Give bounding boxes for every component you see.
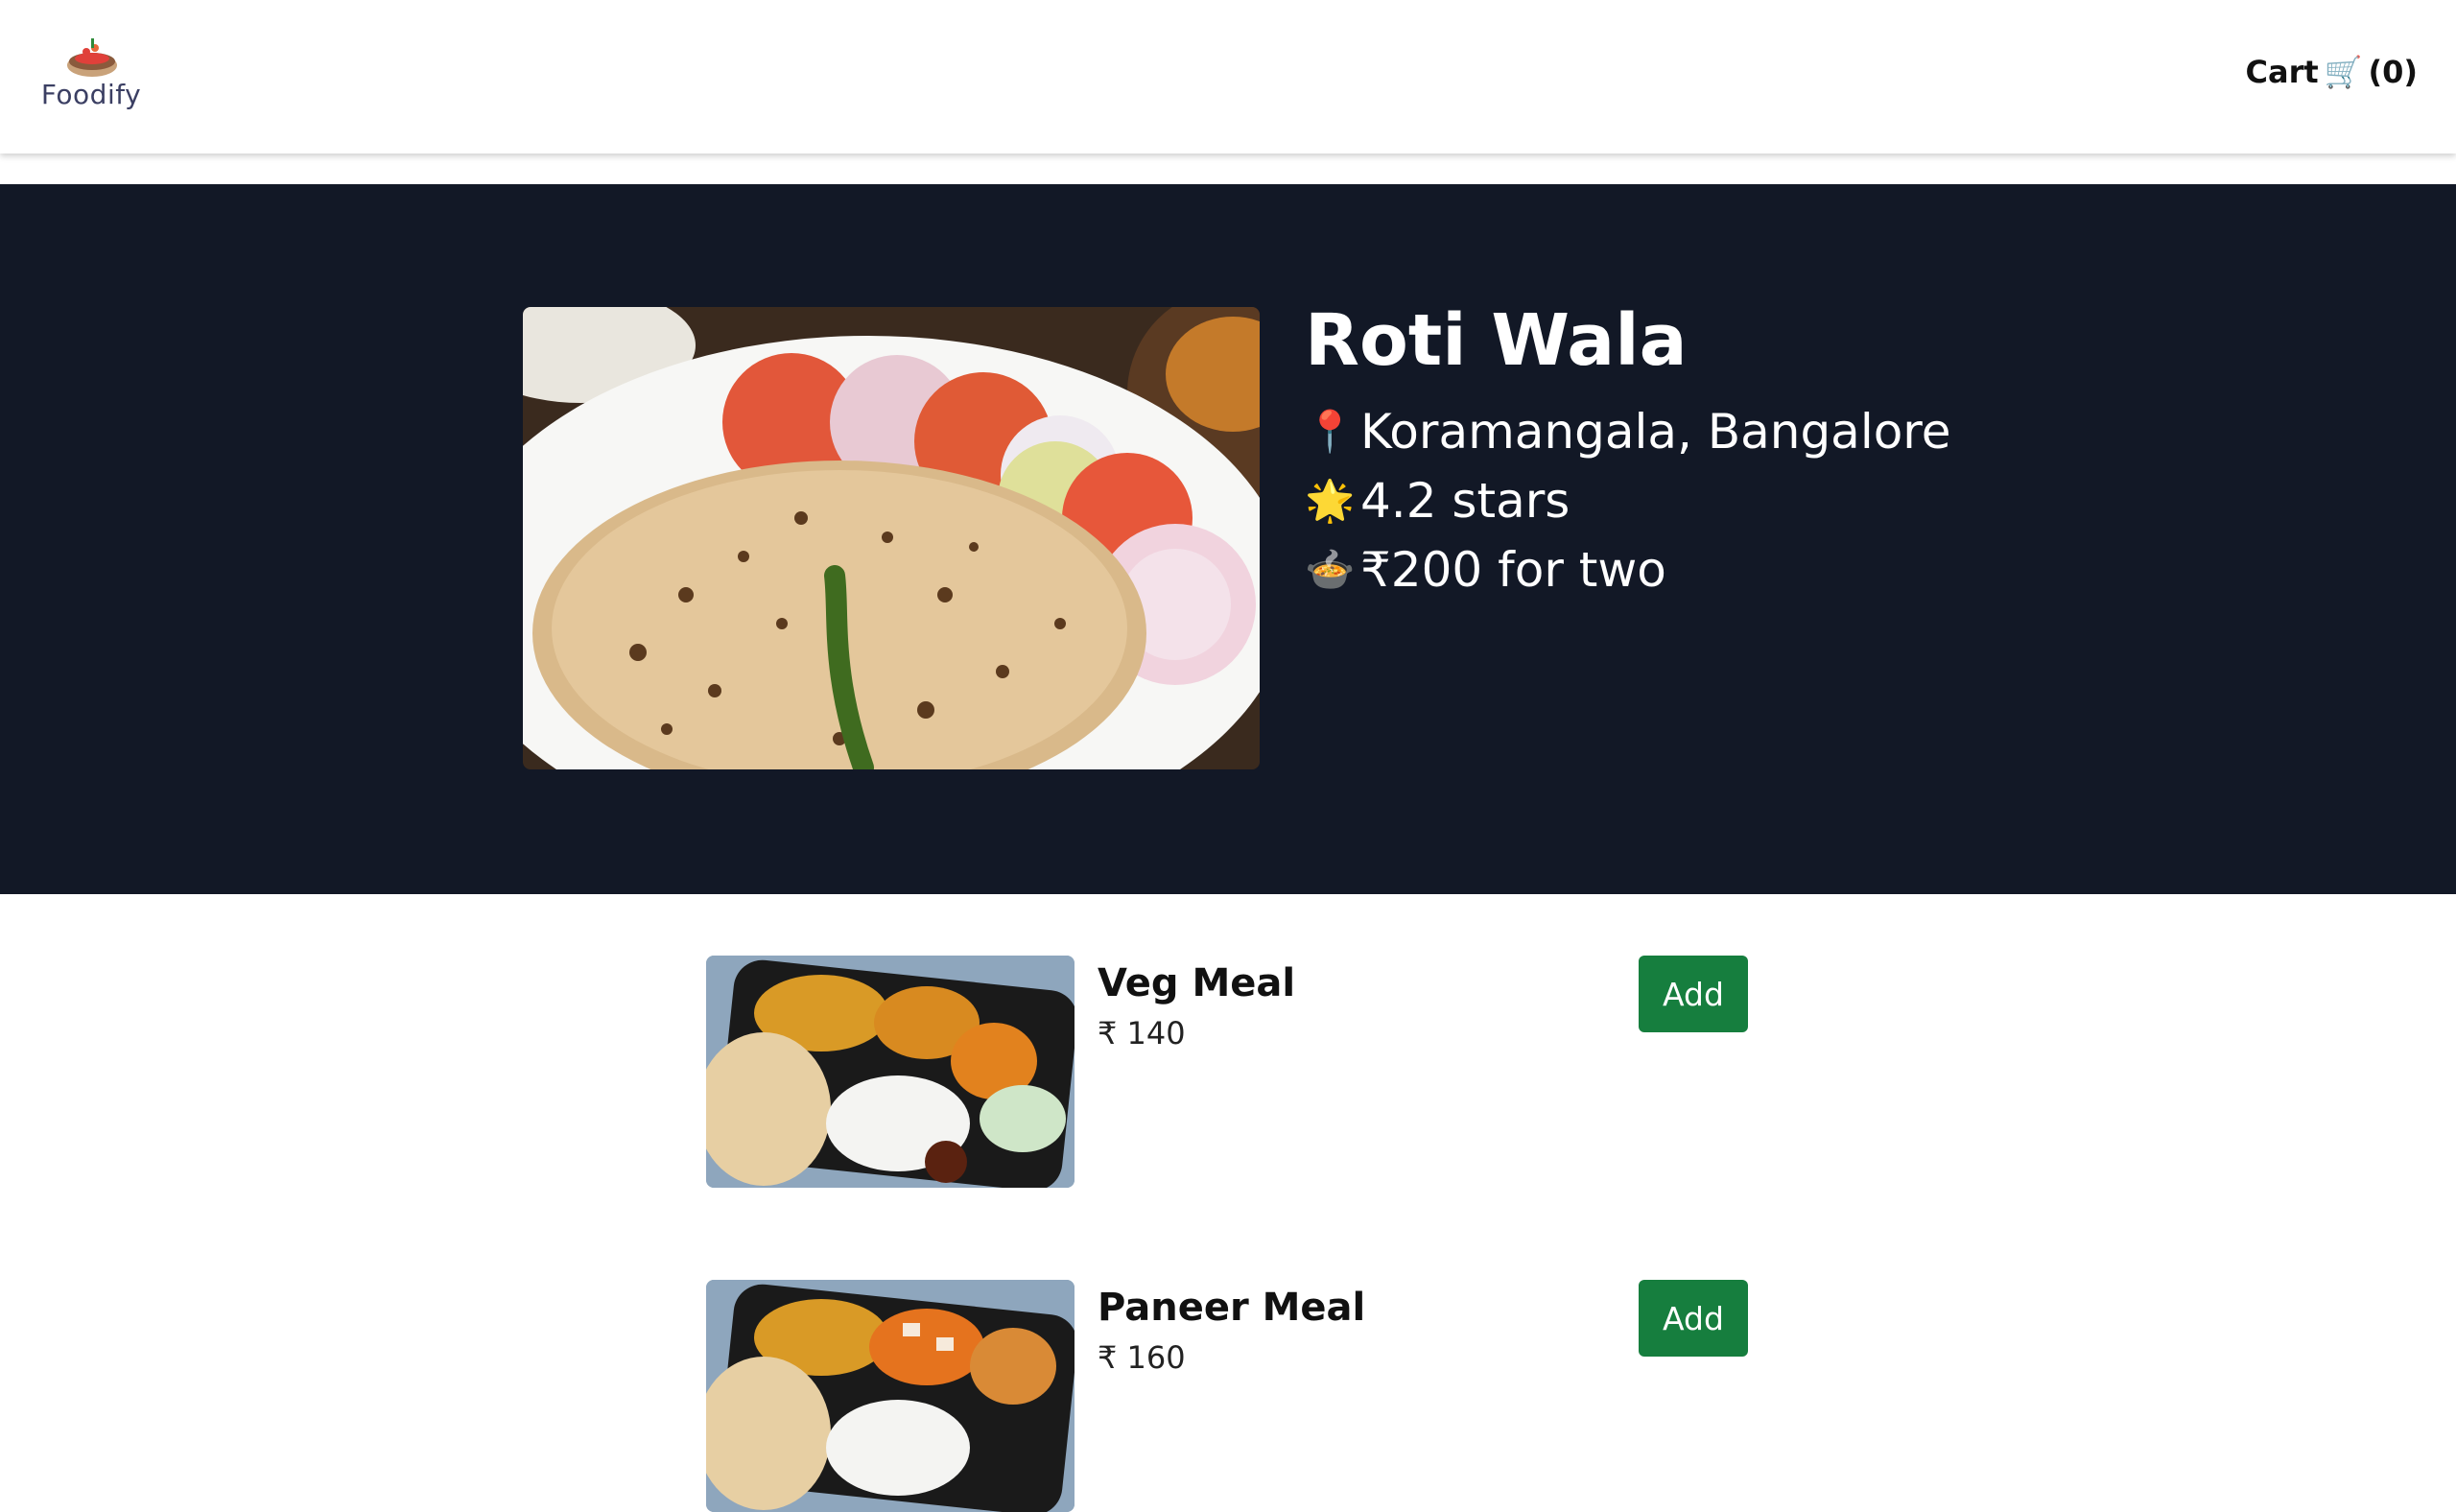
roti-plate-illustration: [523, 307, 1260, 769]
food-bowl-icon: [67, 38, 117, 77]
logo-text: Foodify: [40, 79, 142, 110]
star-icon: 🌟: [1305, 477, 1356, 524]
veg-meal-image: [706, 956, 1074, 1188]
restaurant-cost: 🍲 ₹200 for two: [1305, 535, 1951, 604]
restaurant-info: Roti Wala 📍 Koramangala, Bangalore 🌟 4.2…: [1305, 297, 1951, 604]
bowl-icon: 🍲: [1305, 546, 1356, 593]
menu-item: Paneer Meal ₹ 160 Add: [706, 1280, 1750, 1512]
item-price: ₹ 160: [1098, 1339, 1186, 1376]
restaurant-banner: Roti Wala 📍 Koramangala, Bangalore 🌟 4.2…: [0, 184, 2456, 894]
restaurant-rating: 🌟 4.2 stars: [1305, 466, 1951, 535]
add-veg-meal-button[interactable]: Add: [1639, 956, 1748, 1032]
add-paneer-meal-button[interactable]: Add: [1639, 1280, 1748, 1357]
foodify-logo[interactable]: Foodify: [38, 29, 144, 125]
cart-link[interactable]: Cart 🛒 (0): [2245, 54, 2418, 90]
item-price: ₹ 140: [1098, 1015, 1186, 1051]
top-navbar: Foodify Cart 🛒 (0): [0, 0, 2456, 154]
cart-label: Cart: [2245, 54, 2319, 90]
restaurant-location: 📍 Koramangala, Bangalore: [1305, 397, 1951, 466]
cost-text: ₹200 for two: [1360, 542, 1666, 598]
item-name: Veg Meal: [1098, 961, 1296, 1005]
thali-illustration: [706, 1280, 1074, 1512]
cart-count: (0): [2368, 54, 2418, 90]
location-pin-icon: 📍: [1305, 408, 1356, 455]
restaurant-image: [523, 307, 1260, 769]
location-text: Koramangala, Bangalore: [1360, 404, 1951, 460]
paneer-meal-image: [706, 1280, 1074, 1512]
restaurant-name: Roti Wala: [1305, 299, 1688, 382]
cart-icon: 🛒: [2324, 54, 2363, 90]
thali-illustration: [706, 956, 1074, 1188]
item-name: Paneer Meal: [1098, 1286, 1366, 1330]
rating-text: 4.2 stars: [1360, 473, 1570, 529]
menu-item: Veg Meal ₹ 140 Add: [706, 956, 1750, 1188]
